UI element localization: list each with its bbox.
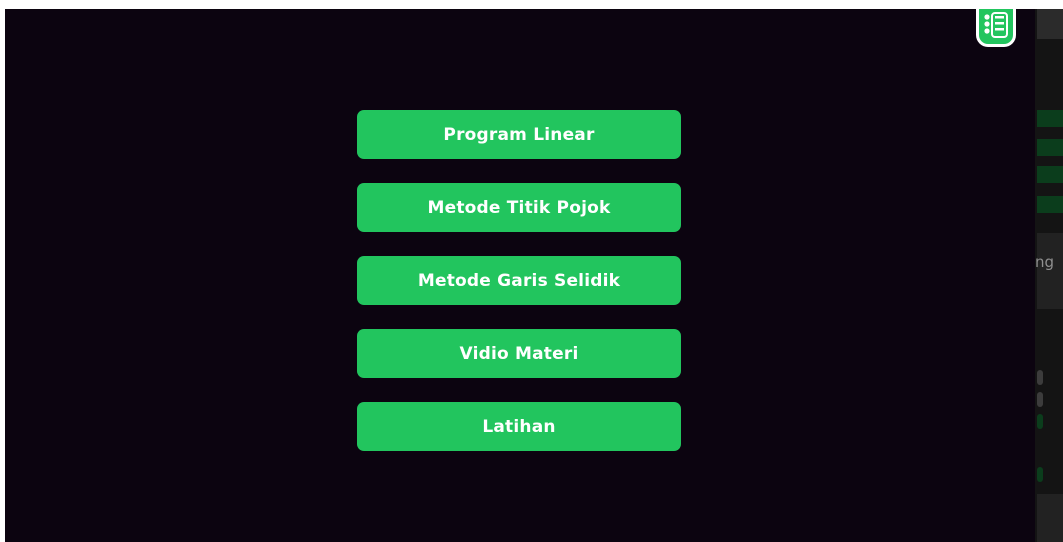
background-pill xyxy=(1037,370,1043,385)
background-header-block xyxy=(1037,9,1063,39)
background-pill xyxy=(1037,467,1043,482)
main-menu: Program Linear Metode Titik Pojok Metode… xyxy=(357,110,681,475)
vidio-materi-button[interactable]: Vidio Materi xyxy=(357,329,681,378)
background-gray-block xyxy=(1037,494,1063,542)
program-linear-button[interactable]: Program Linear xyxy=(357,110,681,159)
metode-titik-pojok-button[interactable]: Metode Titik Pojok xyxy=(357,183,681,232)
background-partial-text: ng xyxy=(1035,253,1055,271)
background-green-bar xyxy=(1037,139,1063,156)
background-green-bar xyxy=(1037,110,1063,127)
background-pill xyxy=(1037,414,1043,429)
metode-garis-selidik-button[interactable]: Metode Garis Selidik xyxy=(357,256,681,305)
app-frame: ng Program Linear Metode Titik Pojok Met… xyxy=(0,0,1063,542)
list-menu-icon-graphic xyxy=(984,12,1008,38)
background-green-bar xyxy=(1037,166,1063,183)
background-app-edge: ng xyxy=(1035,9,1063,542)
latihan-button[interactable]: Latihan xyxy=(357,402,681,451)
background-pill xyxy=(1037,392,1043,407)
background-green-bar xyxy=(1037,196,1063,213)
list-menu-icon[interactable] xyxy=(976,9,1016,47)
